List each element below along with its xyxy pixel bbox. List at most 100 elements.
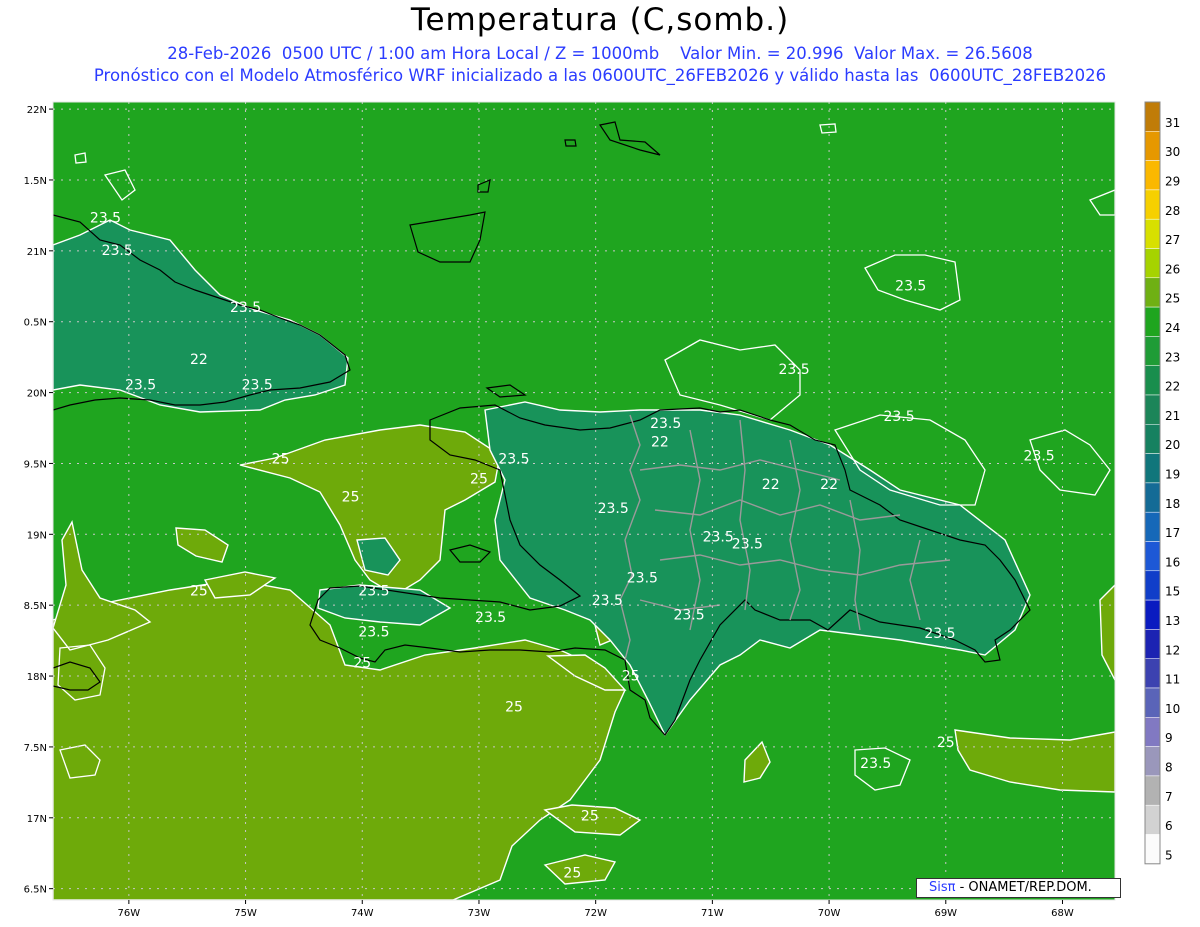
- colorbar-swatch: [1144, 541, 1161, 572]
- lat-tick-label: 17N: [27, 814, 47, 825]
- contour-value-label: 23.5: [598, 501, 629, 517]
- lat-tick-label: 19N: [27, 530, 47, 541]
- temperature-map: 23.523.523.52223.5 23.5252525252523.523.5…: [24, 101, 1180, 919]
- colorbar-swatch: [1144, 277, 1161, 308]
- colorbar-swatch: [1144, 658, 1161, 689]
- colorbar-label: 28: [1165, 204, 1180, 218]
- colorbar-label: 19: [1165, 468, 1180, 482]
- colorbar-swatch: [1144, 775, 1161, 806]
- contour-value-label: 23.5: [895, 279, 926, 295]
- contour-value-label: 23.5: [627, 571, 658, 587]
- credit-box: Sisπ - ONAMET/REP.DOM.: [916, 878, 1121, 898]
- colorbar-label: 10: [1165, 702, 1180, 716]
- contour-value-label: 25: [342, 490, 360, 506]
- contour-value-label: 23.5: [924, 626, 955, 642]
- colorbar-label: 15: [1165, 585, 1180, 599]
- colorbar-swatch: [1144, 101, 1161, 132]
- contour-value-label: 23.5: [242, 378, 273, 394]
- contour-value-label: 23.5: [884, 409, 915, 425]
- lat-tick-label: 18N: [27, 672, 47, 683]
- colorbar-label: 21: [1165, 409, 1180, 423]
- colorbar-swatch: [1144, 746, 1161, 777]
- contour-value-label: 22: [762, 477, 780, 493]
- lat-tick-label: 21N: [27, 247, 47, 258]
- contour-value-label: 23.5: [592, 593, 623, 609]
- colorbar-label: 13: [1165, 614, 1180, 628]
- colorbar-swatch: [1144, 336, 1161, 366]
- contour-value-label: 25: [27, 614, 45, 630]
- lat-tick-label: 9.5N: [24, 459, 47, 470]
- colorbar-label: 9: [1165, 731, 1173, 745]
- colorbar-label: 16: [1165, 555, 1180, 569]
- colorbar-swatch: [1144, 189, 1161, 220]
- contour-value-label: 23.5: [475, 610, 506, 626]
- colorbar-label: 27: [1165, 233, 1180, 247]
- contour-value-label: 25: [470, 471, 488, 487]
- colorbar-label: 18: [1165, 497, 1180, 511]
- colorbar-swatch: [1144, 629, 1161, 659]
- lat-tick-label: 20N: [27, 389, 47, 400]
- contour-value-label: 23.5: [358, 624, 389, 640]
- colorbar-label: 30: [1165, 145, 1180, 159]
- lon-tick-label: 76W: [118, 908, 141, 919]
- lon-tick-label: 72W: [584, 908, 607, 919]
- colorbar-swatch: [1144, 599, 1161, 630]
- lat-tick-label: 0.5N: [24, 318, 47, 329]
- contour-value-label: 23.5: [125, 378, 156, 394]
- longitude-axis: 76W 75W 74W 73W 72W 71W 70W 69W 68W: [118, 900, 1074, 919]
- colorbar-swatch: [1144, 394, 1161, 425]
- colorbar-swatch: [1144, 424, 1161, 454]
- contour-value-label: 22: [190, 352, 208, 368]
- colorbar-label: 7: [1165, 790, 1173, 804]
- colorbar: 31 30 29 28 27 26 25 24 23 22 21 20 19 18 17 16 15 13 12 11…: [1144, 101, 1180, 865]
- colorbar-swatch: [1144, 511, 1161, 542]
- credit-text: - ONAMET/REP.DOM.: [955, 880, 1092, 895]
- colorbar-label: 11: [1165, 673, 1180, 687]
- contour-value-label: 23.5: [498, 451, 529, 467]
- colorbar-label: 24: [1165, 321, 1180, 335]
- credit-sis: Sis: [929, 880, 948, 895]
- lon-tick-label: 68W: [1051, 908, 1074, 919]
- contour-value-label: 23.5: [703, 529, 734, 545]
- colorbar-swatch: [1144, 248, 1161, 279]
- colorbar-swatch: [1144, 687, 1161, 718]
- contour-value-label: 23.5: [1024, 449, 1055, 465]
- lon-tick-label: 74W: [351, 908, 374, 919]
- contour-value-label: 23.5: [732, 536, 763, 552]
- lat-tick-label: 22N: [27, 105, 47, 116]
- lon-tick-label: 73W: [468, 908, 491, 919]
- colorbar-label: 6: [1165, 819, 1173, 833]
- colorbar-swatch: [1144, 131, 1161, 161]
- lat-tick-label: 7.5N: [24, 743, 47, 754]
- colorbar-label: 12: [1165, 643, 1180, 657]
- contour-value-label: 22: [651, 434, 669, 450]
- colorbar-label: 29: [1165, 175, 1180, 189]
- latitude-axis: 22N 1.5N 21N 0.5N 20N 9.5N 19N 8.5N 18N 7.5N 17N 6.…: [24, 105, 53, 896]
- contour-value-label: 23.5: [358, 583, 389, 599]
- colorbar-swatch: [1144, 453, 1161, 484]
- colorbar-swatch: [1144, 834, 1161, 865]
- contour-value-label: 23.5: [778, 362, 809, 378]
- colorbar-swatch: [1144, 717, 1161, 747]
- contour-value-label: 23.5: [102, 243, 133, 259]
- contour-value-label: 25: [505, 699, 523, 715]
- colorbar-swatch: [1144, 570, 1161, 601]
- contour-value-label: 25: [353, 656, 371, 672]
- contour-value-label: 23.5: [650, 416, 681, 432]
- colorbar-swatch: [1144, 804, 1161, 835]
- contour-value-label: 25: [581, 809, 599, 825]
- lon-tick-label: 75W: [234, 908, 257, 919]
- colorbar-swatch: [1144, 160, 1161, 191]
- colorbar-label: 17: [1165, 526, 1180, 540]
- contour-value-label: 25: [622, 668, 640, 684]
- contour-value-label: 25: [272, 451, 290, 467]
- contour-value-label: 22: [820, 477, 838, 493]
- colorbar-label: 25: [1165, 292, 1180, 306]
- contour-value-label: 25: [190, 583, 208, 599]
- contour-value-label: 25: [937, 735, 955, 751]
- colorbar-label: 26: [1165, 262, 1180, 276]
- colorbar-label: 20: [1165, 438, 1180, 452]
- colorbar-label: 5: [1165, 848, 1173, 862]
- colorbar-swatch: [1144, 306, 1161, 337]
- lat-tick-label: 1.5N: [24, 176, 47, 187]
